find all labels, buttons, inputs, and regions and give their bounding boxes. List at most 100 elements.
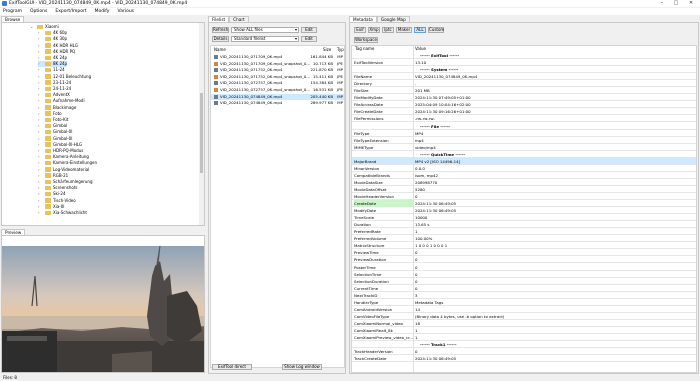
metadata-row[interactable]: MajorBrand MP4 v2 [ISO 14496-14] [352, 157, 696, 165]
chevron-right-icon[interactable]: › [38, 173, 45, 179]
metadata-row[interactable]: CompatibleBrands isom, mp42 [352, 172, 696, 179]
metadata-row[interactable]: ComXiaomiPreview_video_cr... 1 [352, 334, 696, 342]
metadata-row[interactable]: MovieHeaderVersion 0 [352, 193, 696, 201]
file-row[interactable]: VID_20241130_074849_0K.mp4 289.977 KB MP [211, 100, 344, 106]
chevron-right-icon[interactable]: › [38, 55, 45, 61]
chevron-right-icon[interactable]: › [38, 67, 45, 73]
metadata-row[interactable]: PreferredRate 1 [352, 228, 696, 236]
column-size[interactable]: Size [323, 47, 331, 53]
chevron-right-icon[interactable]: › [38, 49, 45, 55]
tree-folder[interactable]: › Gimbal-0I [38, 136, 72, 142]
filter-exif-button[interactable]: Exif [354, 27, 366, 33]
metadata-row[interactable]: FileCreateDate 2024:11:30 09:16:26+01:00 [352, 108, 696, 116]
details-button[interactable]: Details [212, 36, 229, 42]
chevron-right-icon[interactable]: › [38, 36, 45, 42]
minimize-button[interactable]: – [656, 0, 668, 7]
tree-folder[interactable]: › Xia-Schwachlicht [38, 210, 87, 216]
close-button[interactable]: ✕ [685, 0, 697, 7]
chevron-right-icon[interactable]: › [38, 179, 45, 185]
metadata-row[interactable]: MatrixStructure 1 0 0 0 1 0 0 0 1 [352, 242, 696, 250]
filter-xmp-button[interactable]: Xmp [368, 27, 380, 33]
tree-folder[interactable]: › HDR-PQ-Modus [38, 148, 83, 154]
tree-folder[interactable]: › Ski-24 [38, 191, 66, 197]
tree-folder[interactable]: › 8K 24p [38, 61, 68, 67]
tree-folder[interactable]: › Gimbal-0I [38, 129, 72, 135]
chevron-right-icon[interactable]: › [38, 129, 45, 135]
metadata-row[interactable]: ExifToolVersion 13.10 [352, 59, 696, 67]
metadata-row[interactable]: ComAndroidVersion 14 [352, 306, 696, 313]
tree-folder[interactable]: › RGB-21 [38, 173, 68, 179]
metadata-row[interactable]: TrackCreateDate 2024:11:30 06:49:05 [352, 355, 696, 363]
metadata-row[interactable]: SelectionDuration 0 [352, 278, 696, 285]
tree-folder[interactable]: › 4K HDR PQ [38, 49, 75, 55]
tree-scrollbar[interactable] [199, 23, 204, 225]
tree-folder[interactable]: › Tisch-Video [38, 198, 76, 204]
chevron-right-icon[interactable]: › [38, 210, 45, 216]
tree-folder[interactable]: › Kamera-Einstellungen [38, 160, 97, 166]
tree-folder[interactable]: › AdventX [38, 92, 70, 98]
chevron-right-icon[interactable]: › [38, 167, 45, 173]
edit-view-button[interactable]: Edit [301, 36, 317, 42]
chevron-right-icon[interactable]: › [38, 198, 45, 204]
chevron-right-icon[interactable]: › [38, 43, 45, 49]
metadata-row[interactable]: FilePermissions -rw-rw-rw- [352, 115, 696, 123]
metadata-row[interactable]: MovieDataOffset 5280 [352, 186, 696, 193]
show-log-button[interactable]: Show Log window [282, 364, 322, 370]
metadata-row[interactable]: CreateDate 2024:11:30 06:49:05 [352, 200, 696, 208]
filter-custom-button[interactable]: Custom [428, 27, 444, 33]
tree-folder[interactable]: › 12-01 Beleuchtung [38, 74, 91, 80]
tree-folder[interactable]: › Aufnahme-Modi [38, 98, 85, 104]
metadata-row[interactable]: ComVideoFileType (Binary data 4 bytes, us… [352, 313, 696, 320]
tree-folder[interactable]: ⌄ Xiaomi [30, 24, 59, 30]
metadata-row[interactable]: ComXiaomiRealt_8k 1 [352, 327, 696, 334]
chevron-right-icon[interactable]: › [38, 105, 45, 111]
chevron-right-icon[interactable]: › [38, 61, 45, 67]
menu-modify[interactable]: Modify [95, 8, 110, 15]
chevron-right-icon[interactable]: › [38, 98, 45, 104]
edit-filter-button[interactable]: Edit [301, 27, 317, 33]
tree-folder[interactable]: › 4K 60p [38, 30, 67, 36]
menu-program[interactable]: Program [3, 8, 22, 15]
tree-folder[interactable]: › 23-11-24 [38, 80, 71, 86]
file-row[interactable]: VID_20241130_072757_0K.mp4_snapshot_0...… [211, 87, 344, 93]
column-type[interactable]: Typ [337, 47, 344, 53]
tree-folder[interactable]: › 24-11-24 [38, 86, 71, 92]
column-name[interactable]: Name [214, 47, 226, 53]
file-row[interactable]: VID_20241130_071709_0K.mp4 161.844 KB MP [211, 54, 344, 60]
refresh-button[interactable]: Refresh [212, 27, 229, 33]
tree-folder[interactable]: › Gimbal-0I-HLG [38, 142, 82, 148]
metadata-row[interactable]: PreviewDuration 0 [352, 256, 696, 264]
workspace-button[interactable]: Workspace [354, 37, 378, 43]
metadata-row[interactable]: TimeScale 10000 [352, 214, 696, 222]
filter-all-button[interactable]: ALL [414, 27, 426, 33]
metadata-row[interactable]: FileSize 201 MB [352, 87, 696, 95]
metadata-row[interactable]: MIMEType video/mp4 [352, 144, 696, 151]
tree-folder[interactable]: › Schärfeumlegerung [38, 179, 93, 185]
chevron-right-icon[interactable]: › [38, 86, 45, 92]
metadata-row[interactable]: Duration 13.65 s [352, 221, 696, 229]
file-row[interactable]: VID_20241130_071752_0K.mp4_snapshot_0...… [211, 74, 344, 80]
chevron-right-icon[interactable]: › [38, 80, 45, 86]
metadata-row[interactable]: FileTypeExtension mp4 [352, 137, 696, 144]
tree-folder[interactable]: › Log-Videomaterial [38, 167, 89, 173]
filter-iptc-button[interactable]: Iptc [382, 27, 394, 33]
chevron-right-icon[interactable]: › [38, 204, 45, 210]
exiftool-direct-button[interactable]: ExifTool direct [212, 364, 252, 370]
chevron-right-icon[interactable]: › [38, 74, 45, 80]
metadata-row[interactable]: MinorVersion 0.0.0 [352, 165, 696, 172]
file-row[interactable]: VID_20241130_072757_0K.mp4 154.384 KB MP [211, 80, 344, 86]
maximize-button[interactable]: □ [670, 0, 682, 7]
file-row[interactable]: VID_20241130_074849_0K.mp4 205.440 KB MP [211, 93, 344, 100]
tree-folder[interactable]: › 4K 30p [38, 36, 67, 42]
chevron-right-icon[interactable]: › [38, 191, 45, 197]
metadata-row[interactable]: NextTrackID 3 [352, 292, 696, 299]
chevron-right-icon[interactable]: › [38, 30, 45, 36]
metadata-row[interactable]: TrackHeaderVersion 0 [352, 348, 696, 356]
menu-export-import[interactable]: Export/Import [55, 8, 86, 15]
menu-options[interactable]: Options [30, 8, 47, 15]
metadata-row[interactable]: CurrentTime 0 [352, 285, 696, 292]
file-row[interactable]: VID_20241130_071709_0K.mp4_snapshot_0...… [211, 61, 344, 67]
filter-maker-button[interactable]: Maker [396, 27, 412, 33]
tree-folder[interactable]: › Blackimage [38, 105, 76, 111]
chevron-right-icon[interactable]: › [38, 111, 45, 117]
